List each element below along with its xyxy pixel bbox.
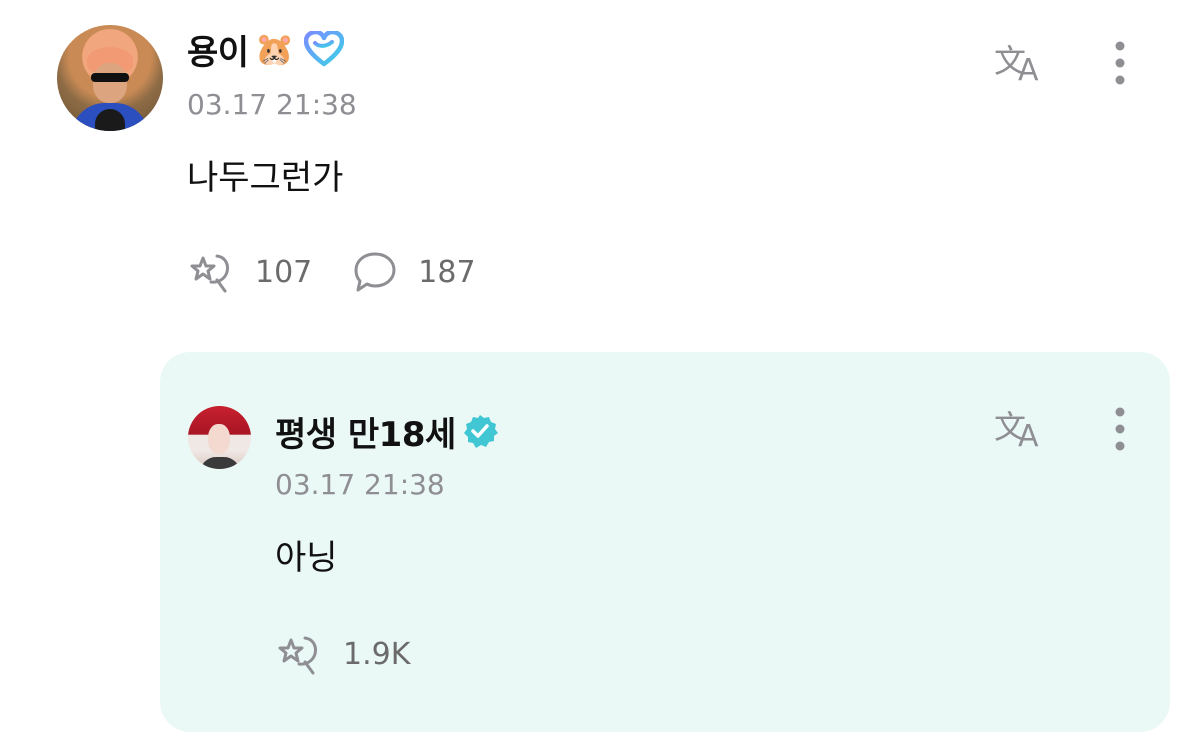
post-thread: 용이 🐹 03.17 21:38 나두그런가 107 187 文 A 평생 만1… <box>0 0 1200 747</box>
post-author-row: 용이 🐹 <box>187 24 345 74</box>
reply-timestamp: 03.17 21:38 <box>275 468 445 501</box>
cheer-icon <box>275 631 323 677</box>
svg-text:A: A <box>1018 419 1039 450</box>
more-options-button[interactable] <box>1105 38 1135 88</box>
verified-badge-icon <box>462 413 498 449</box>
more-vertical-icon <box>1114 40 1126 86</box>
author-name[interactable]: 평생 만18세 <box>275 407 456 456</box>
avatar[interactable] <box>188 406 251 469</box>
more-options-button[interactable] <box>1105 404 1135 454</box>
svg-text:A: A <box>1018 53 1039 84</box>
cheer-icon <box>187 249 235 295</box>
comment-button[interactable]: 187 <box>352 250 476 294</box>
author-name[interactable]: 용이 <box>187 25 249 74</box>
like-button[interactable]: 1.9K <box>275 631 410 677</box>
reply-card: 평생 만18세 03.17 21:38 아닝 1.9K 文 A <box>160 352 1170 732</box>
comment-count: 187 <box>418 254 476 290</box>
heart-badge-icon <box>304 31 345 67</box>
reply-author-row: 평생 만18세 <box>275 406 498 456</box>
translate-button[interactable]: 文 A <box>990 402 1054 452</box>
reply-actions: 1.9K <box>275 632 410 676</box>
translate-icon: 文 A <box>992 404 1052 450</box>
translate-icon: 文 A <box>992 38 1052 84</box>
post-body: 나두그런가 <box>187 158 344 198</box>
like-count: 107 <box>255 254 313 290</box>
avatar[interactable] <box>57 25 163 131</box>
more-vertical-icon <box>1114 406 1126 452</box>
reply-body: 아닝 <box>275 538 338 578</box>
like-button[interactable]: 107 <box>187 249 312 295</box>
post-timestamp: 03.17 21:38 <box>187 88 357 121</box>
author-emoji: 🐹 <box>254 30 295 68</box>
translate-button[interactable]: 文 A <box>990 36 1054 86</box>
like-count: 1.9K <box>343 636 411 672</box>
post-actions: 107 187 <box>187 250 476 294</box>
comment-bubble-icon <box>352 250 398 294</box>
